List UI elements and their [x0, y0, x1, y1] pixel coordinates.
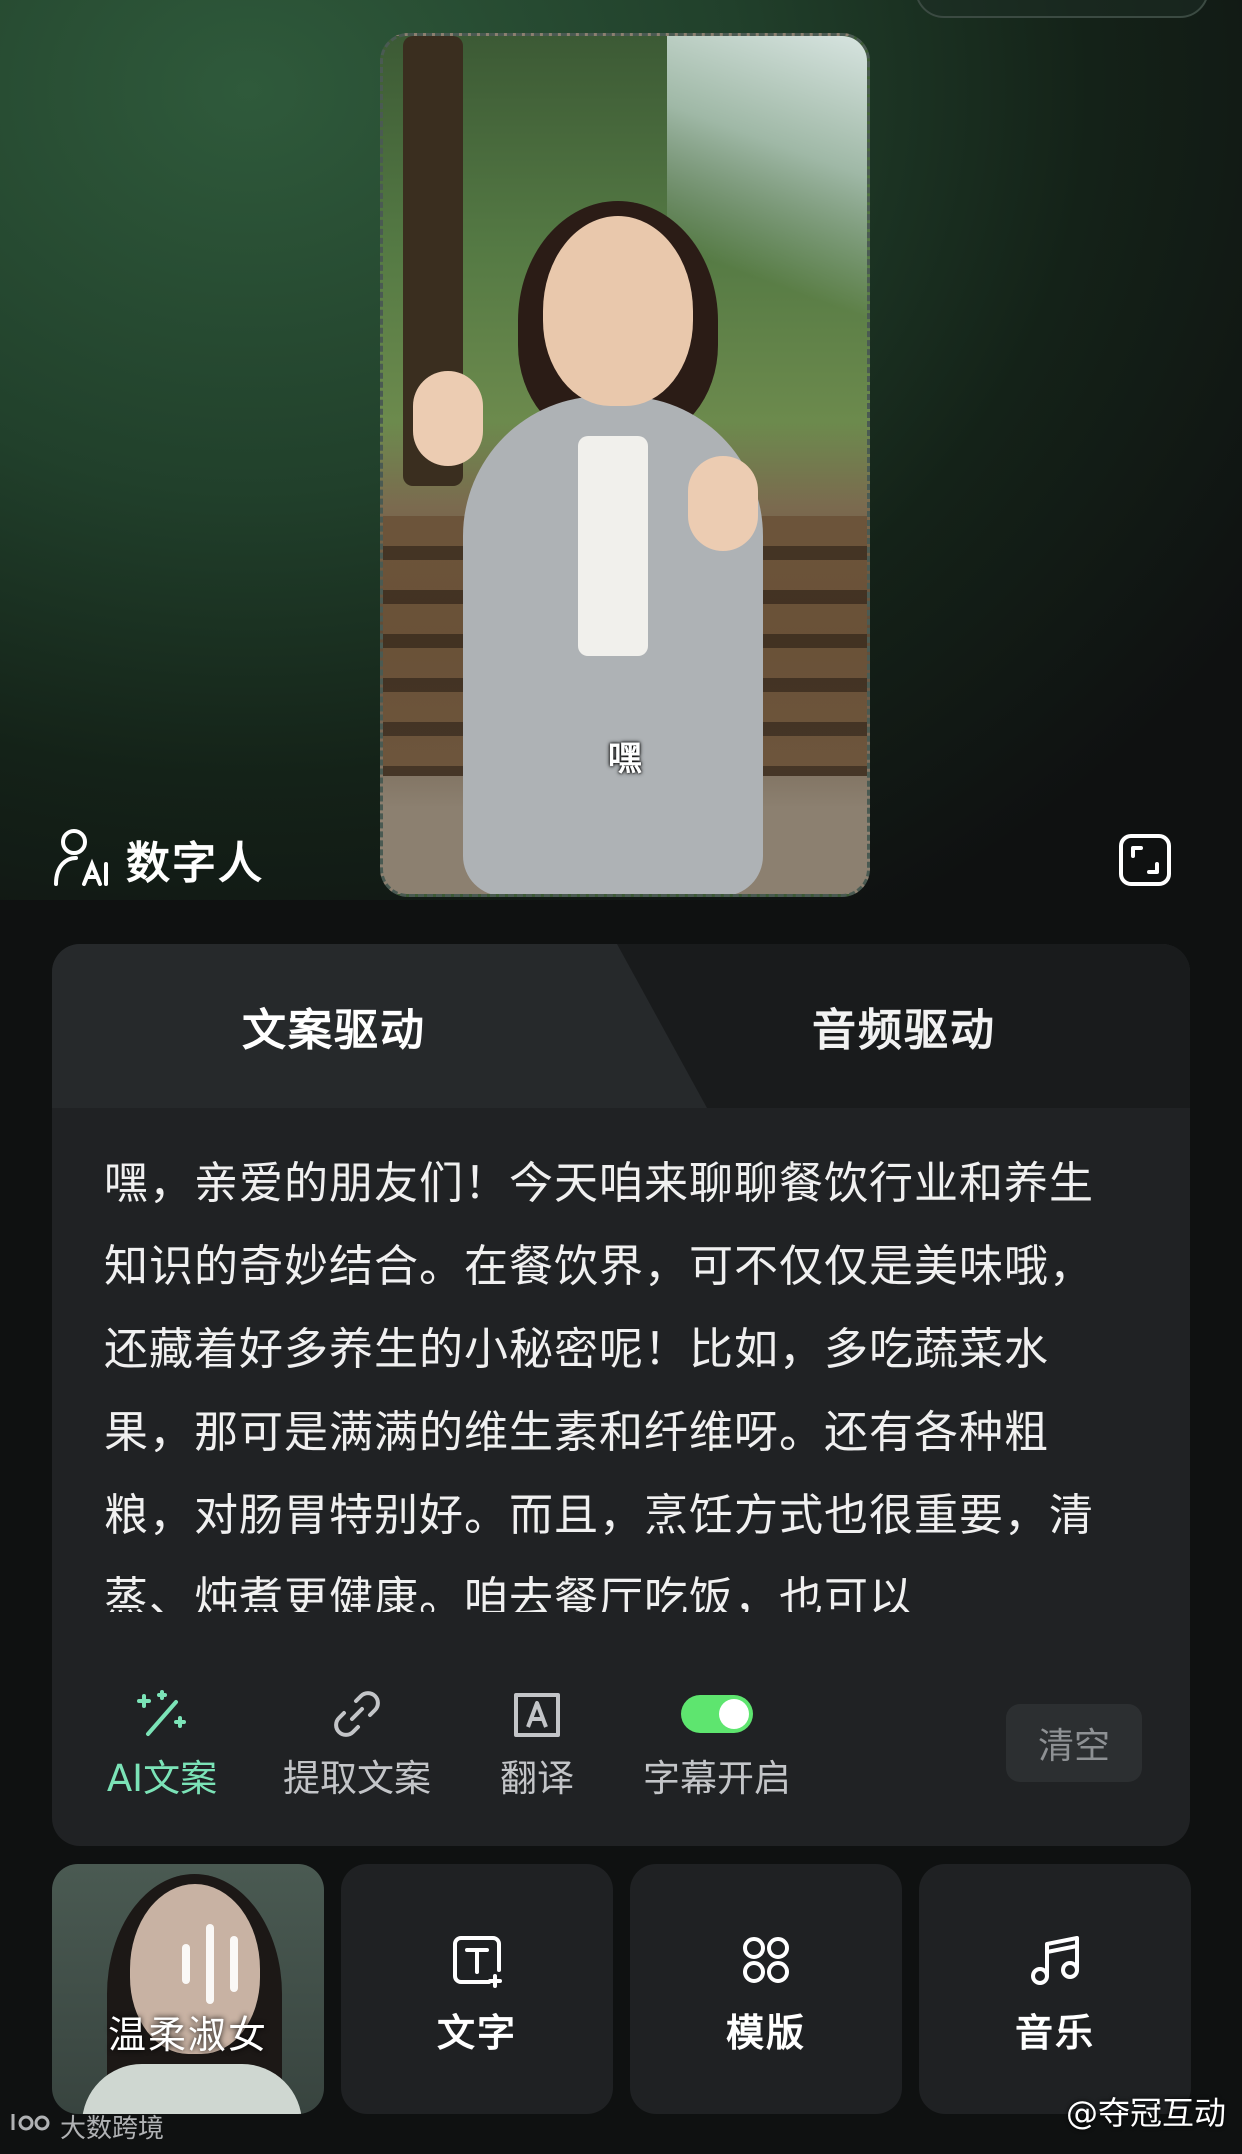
- extract-copy-label: 提取文案: [283, 1757, 431, 1800]
- translate-button[interactable]: 翻译: [492, 1684, 582, 1802]
- subtitle-toggle[interactable]: [681, 1695, 753, 1733]
- fullscreen-icon[interactable]: [1117, 832, 1173, 888]
- subtitle-label: 字幕开启: [643, 1757, 791, 1800]
- watermark-right: @夺冠互动: [1065, 2094, 1226, 2132]
- voice-card[interactable]: 温柔淑女: [52, 1864, 324, 2114]
- ai-copy-button[interactable]: AI文案: [102, 1684, 222, 1802]
- subtitle-toggle-group: 字幕开启: [637, 1684, 797, 1802]
- script-panel: 文案驱动 音频驱动 嘿，亲爱的朋友们！今天咱来聊聊餐饮行业和养生知识的奇妙结合。…: [52, 944, 1190, 1846]
- music-card-label: 音乐: [1014, 2011, 1095, 2055]
- text-card-label: 文字: [436, 2011, 517, 2055]
- magic-wand-icon: [137, 1690, 186, 1736]
- digital-human-label: 数字人: [126, 838, 264, 889]
- text-box-icon: [449, 1932, 505, 1992]
- template-card-label: 模版: [725, 2011, 806, 2055]
- sound-wave-icon: [182, 1924, 238, 2004]
- preview-subtitle: 嘿: [608, 739, 642, 779]
- music-note-icon: [1027, 1932, 1083, 1992]
- template-grid-icon: [738, 1932, 794, 1992]
- translate-icon: [514, 1693, 560, 1737]
- link-icon: [334, 1691, 380, 1737]
- top-pill-button[interactable]: [915, 0, 1209, 18]
- voice-card-label: 温柔淑女: [107, 2013, 268, 2057]
- digital-human-preview[interactable]: 嘿: [380, 33, 870, 897]
- digital-human-button[interactable]: 数字人: [52, 826, 264, 892]
- tab-text-driven[interactable]: 文案驱动: [242, 994, 426, 1058]
- clear-button[interactable]: 清空: [1006, 1704, 1142, 1782]
- tab-audio-driven[interactable]: 音频驱动: [812, 994, 996, 1058]
- template-card[interactable]: 模版: [630, 1864, 902, 2114]
- driver-tabs: 文案驱动 音频驱动: [52, 944, 1190, 1108]
- translate-label: 翻译: [500, 1757, 574, 1800]
- user-ai-icon: [52, 826, 110, 892]
- ai-copy-label: AI文案: [106, 1757, 218, 1800]
- script-textarea[interactable]: 嘿，亲爱的朋友们！今天咱来聊聊餐饮行业和养生知识的奇妙结合。在餐饮界，可不仅仅是…: [104, 1142, 1134, 1612]
- music-card[interactable]: 音乐: [919, 1864, 1191, 2114]
- extract-copy-button[interactable]: 提取文案: [277, 1684, 437, 1802]
- watermark-logo-icon: [10, 2110, 54, 2143]
- text-card[interactable]: 文字: [341, 1864, 613, 2114]
- watermark-left: 大数跨境: [10, 2108, 164, 2145]
